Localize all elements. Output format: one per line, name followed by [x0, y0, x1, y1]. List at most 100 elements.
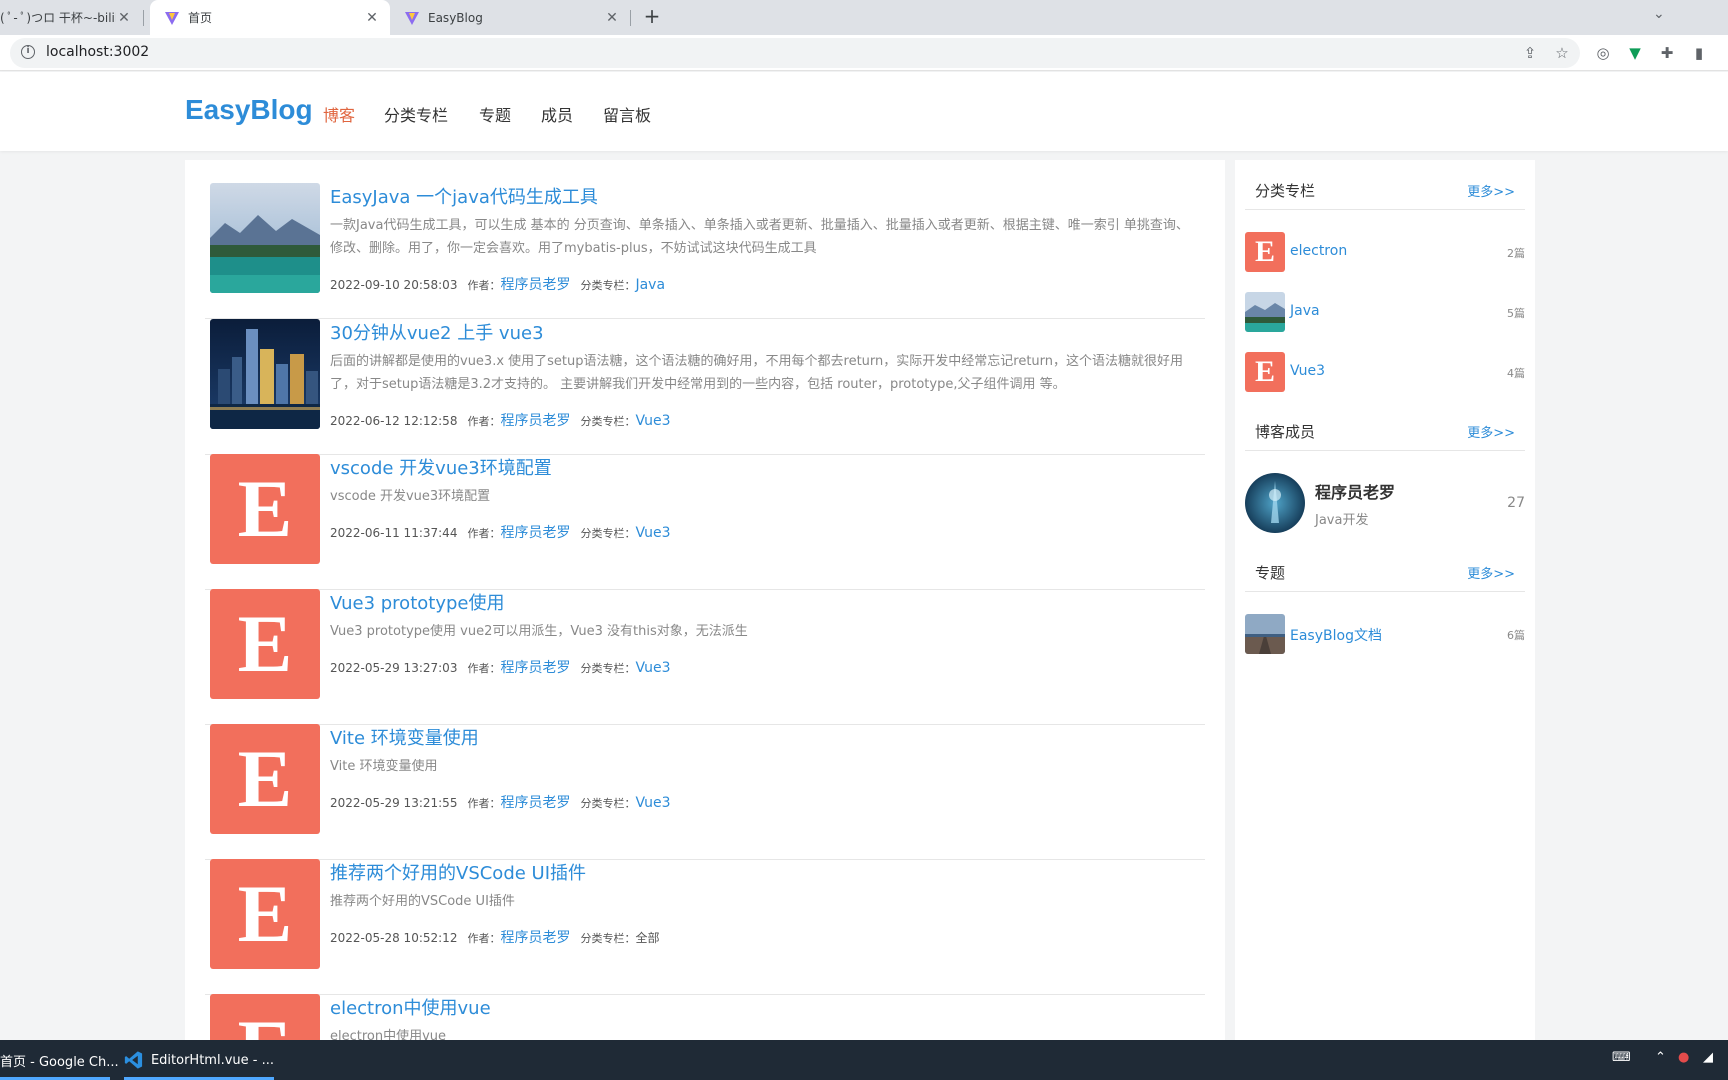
article-title[interactable]: EasyJava 一个java代码生成工具 — [330, 183, 598, 209]
close-icon[interactable]: ✕ — [604, 10, 620, 26]
article-meta: 2022-06-12 12:12:58 作者： 程序员老罗 分类专栏： Vue3 — [330, 410, 670, 430]
article-author-link[interactable]: 程序员老罗 — [500, 274, 570, 294]
article-author-link[interactable]: 程序员老罗 — [500, 792, 570, 812]
article-title[interactable]: Vite 环境变量使用 — [330, 724, 479, 750]
categories-more-link[interactable]: 更多>> — [1467, 181, 1515, 200]
puzzle-icon[interactable]: ✚ — [1658, 44, 1676, 62]
article-date: 2022-06-12 12:12:58 — [330, 414, 458, 428]
category-count: 5篇 — [1507, 307, 1525, 320]
extension-circle-icon[interactable]: ◎ — [1594, 44, 1612, 62]
article-title[interactable]: 30分钟从vue2 上手 vue3 — [330, 319, 544, 345]
article-author-link[interactable]: 程序员老罗 — [500, 410, 570, 430]
landscape-image — [1245, 292, 1285, 332]
side-panel-icon[interactable]: ▮ — [1690, 44, 1708, 62]
category-item[interactable]: E Vue3 4篇 — [1245, 352, 1525, 392]
close-icon[interactable]: ✕ — [364, 10, 380, 26]
category-name[interactable]: electron — [1290, 243, 1347, 259]
article-thumbnail[interactable]: E — [210, 454, 320, 564]
article-thumbnail[interactable]: E — [210, 724, 320, 834]
article-thumbnail[interactable] — [210, 183, 320, 293]
category-item[interactable]: Java 5篇 — [1245, 292, 1525, 332]
chevron-up-icon[interactable]: ⌃ — [1655, 1050, 1666, 1065]
vue-devtools-icon[interactable]: ▼ — [1626, 44, 1644, 62]
close-icon[interactable]: ✕ — [116, 10, 132, 26]
nav-item-categories[interactable]: 分类专栏 — [384, 102, 448, 126]
browser-tab[interactable]: 首页 ✕ — [150, 0, 390, 35]
article-date: 2022-05-28 10:52:12 — [330, 931, 458, 945]
nav-item-blog[interactable]: 博客 — [323, 102, 355, 126]
topics-more-link[interactable]: 更多>> — [1467, 563, 1515, 582]
article-title[interactable]: Vue3 prototype使用 — [330, 589, 504, 615]
browser-tab[interactable]: EasyBlog ✕ — [390, 0, 630, 35]
article-summary: Vue3 prototype使用 vue2可以用派生，Vue3 没有this对象… — [330, 624, 748, 639]
article-author-link[interactable]: 程序员老罗 — [500, 522, 570, 542]
vite-icon — [405, 11, 419, 25]
category-name[interactable]: Java — [1290, 303, 1320, 319]
nav-item-guestbook[interactable]: 留言板 — [603, 102, 651, 126]
nav-item-topics[interactable]: 专题 — [479, 102, 511, 126]
keyboard-icon[interactable]: ⌨ — [1612, 1050, 1631, 1065]
topics-section-header: 专题 更多>> — [1245, 552, 1525, 592]
star-icon[interactable]: ☆ — [1553, 44, 1571, 62]
section-title: 专题 — [1255, 564, 1286, 582]
article-category-link[interactable]: Vue3 — [635, 660, 670, 676]
member-article-count: 27 — [1507, 495, 1525, 511]
author-label: 作者： — [467, 797, 501, 810]
browser-tab[interactable]: ( ﾟ- ﾟ)つロ 干杯~-bilibili ✕ — [0, 0, 140, 35]
taskbar-item-label: 首页 - Google Ch... — [0, 1054, 119, 1070]
article-thumbnail[interactable]: E — [210, 994, 320, 1040]
article-author-link[interactable]: 程序员老罗 — [500, 927, 570, 947]
article-title[interactable]: vscode 开发vue3环境配置 — [330, 454, 552, 480]
landscape-image — [210, 183, 320, 293]
article-meta: 2022-05-29 13:21:55 作者： 程序员老罗 分类专栏： Vue3 — [330, 792, 670, 812]
chevron-down-icon[interactable]: ⌄ — [1653, 6, 1665, 22]
article-summary: 推荐两个好用的VSCode UI插件 — [330, 894, 515, 909]
article-title[interactable]: 推荐两个好用的VSCode UI插件 — [330, 859, 586, 885]
info-icon[interactable]: i — [21, 45, 35, 59]
section-title: 博客成员 — [1255, 423, 1316, 441]
members-section-header: 博客成员 更多>> — [1245, 411, 1525, 451]
tab-title: EasyBlog — [428, 10, 483, 25]
article-author-link[interactable]: 程序员老罗 — [500, 657, 570, 677]
category-label: 分类专栏： — [580, 932, 636, 945]
url-text[interactable]: localhost:3002 — [46, 44, 149, 60]
article-category-text: 全部 — [635, 931, 660, 945]
article-title[interactable]: electron中使用vue — [330, 994, 491, 1020]
category-label: 分类专栏： — [580, 797, 636, 810]
nav-item-members[interactable]: 成员 — [541, 102, 573, 126]
taskbar-item-vscode[interactable]: EditorHtml.vue - ... — [124, 1040, 274, 1080]
members-more-link[interactable]: 更多>> — [1467, 422, 1515, 441]
record-icon[interactable]: ● — [1678, 1050, 1689, 1065]
article-summary: Vite 环境变量使用 — [330, 759, 438, 774]
section-title: 分类专栏 — [1255, 182, 1316, 200]
article-category-link[interactable]: Java — [635, 277, 665, 293]
vite-icon — [165, 11, 179, 25]
avatar[interactable] — [1245, 473, 1305, 533]
member-item[interactable]: 程序员老罗 Java开发 27 — [1245, 473, 1525, 535]
site-logo[interactable]: EasyBlog — [185, 94, 313, 126]
article-thumbnail[interactable]: E — [210, 589, 320, 699]
article-category-link[interactable]: Vue3 — [635, 525, 670, 541]
avatar-image — [1245, 473, 1305, 533]
member-name[interactable]: 程序员老罗 — [1315, 479, 1395, 503]
browser-tab-strip: ( ﾟ- ﾟ)つロ 干杯~-bilibili ✕ 首页 ✕ EasyBlog ✕… — [0, 0, 1728, 35]
article-thumbnail[interactable] — [210, 319, 320, 429]
article-meta: 2022-06-11 11:37:44 作者： 程序员老罗 分类专栏： Vue3 — [330, 522, 670, 542]
tab-title: 首页 — [188, 11, 213, 25]
wifi-icon[interactable]: ◢ — [1703, 1050, 1713, 1065]
article-item: E 推荐两个好用的VSCode UI插件 推荐两个好用的VSCode UI插件 … — [205, 859, 1205, 995]
new-tab-plus-icon[interactable]: + — [641, 5, 663, 27]
topic-item[interactable]: EasyBlog文档 6篇 — [1245, 614, 1525, 654]
article-category-link[interactable]: Vue3 — [635, 795, 670, 811]
topic-name[interactable]: EasyBlog文档 — [1290, 625, 1382, 645]
address-bar[interactable]: i localhost:3002 — [10, 38, 1580, 68]
category-name[interactable]: Vue3 — [1290, 363, 1325, 379]
article-category-link[interactable]: Vue3 — [635, 413, 670, 429]
vscode-icon — [124, 1051, 143, 1069]
share-icon[interactable]: ⇪ — [1521, 44, 1539, 62]
site-header: EasyBlog 博客 分类专栏 专题 成员 留言板 — [0, 72, 1728, 151]
category-thumbnail: E — [1245, 352, 1285, 392]
article-thumbnail[interactable]: E — [210, 859, 320, 969]
category-item[interactable]: E electron 2篇 — [1245, 232, 1525, 272]
taskbar-item-chrome[interactable]: 首页 - Google Ch... — [0, 1040, 119, 1080]
